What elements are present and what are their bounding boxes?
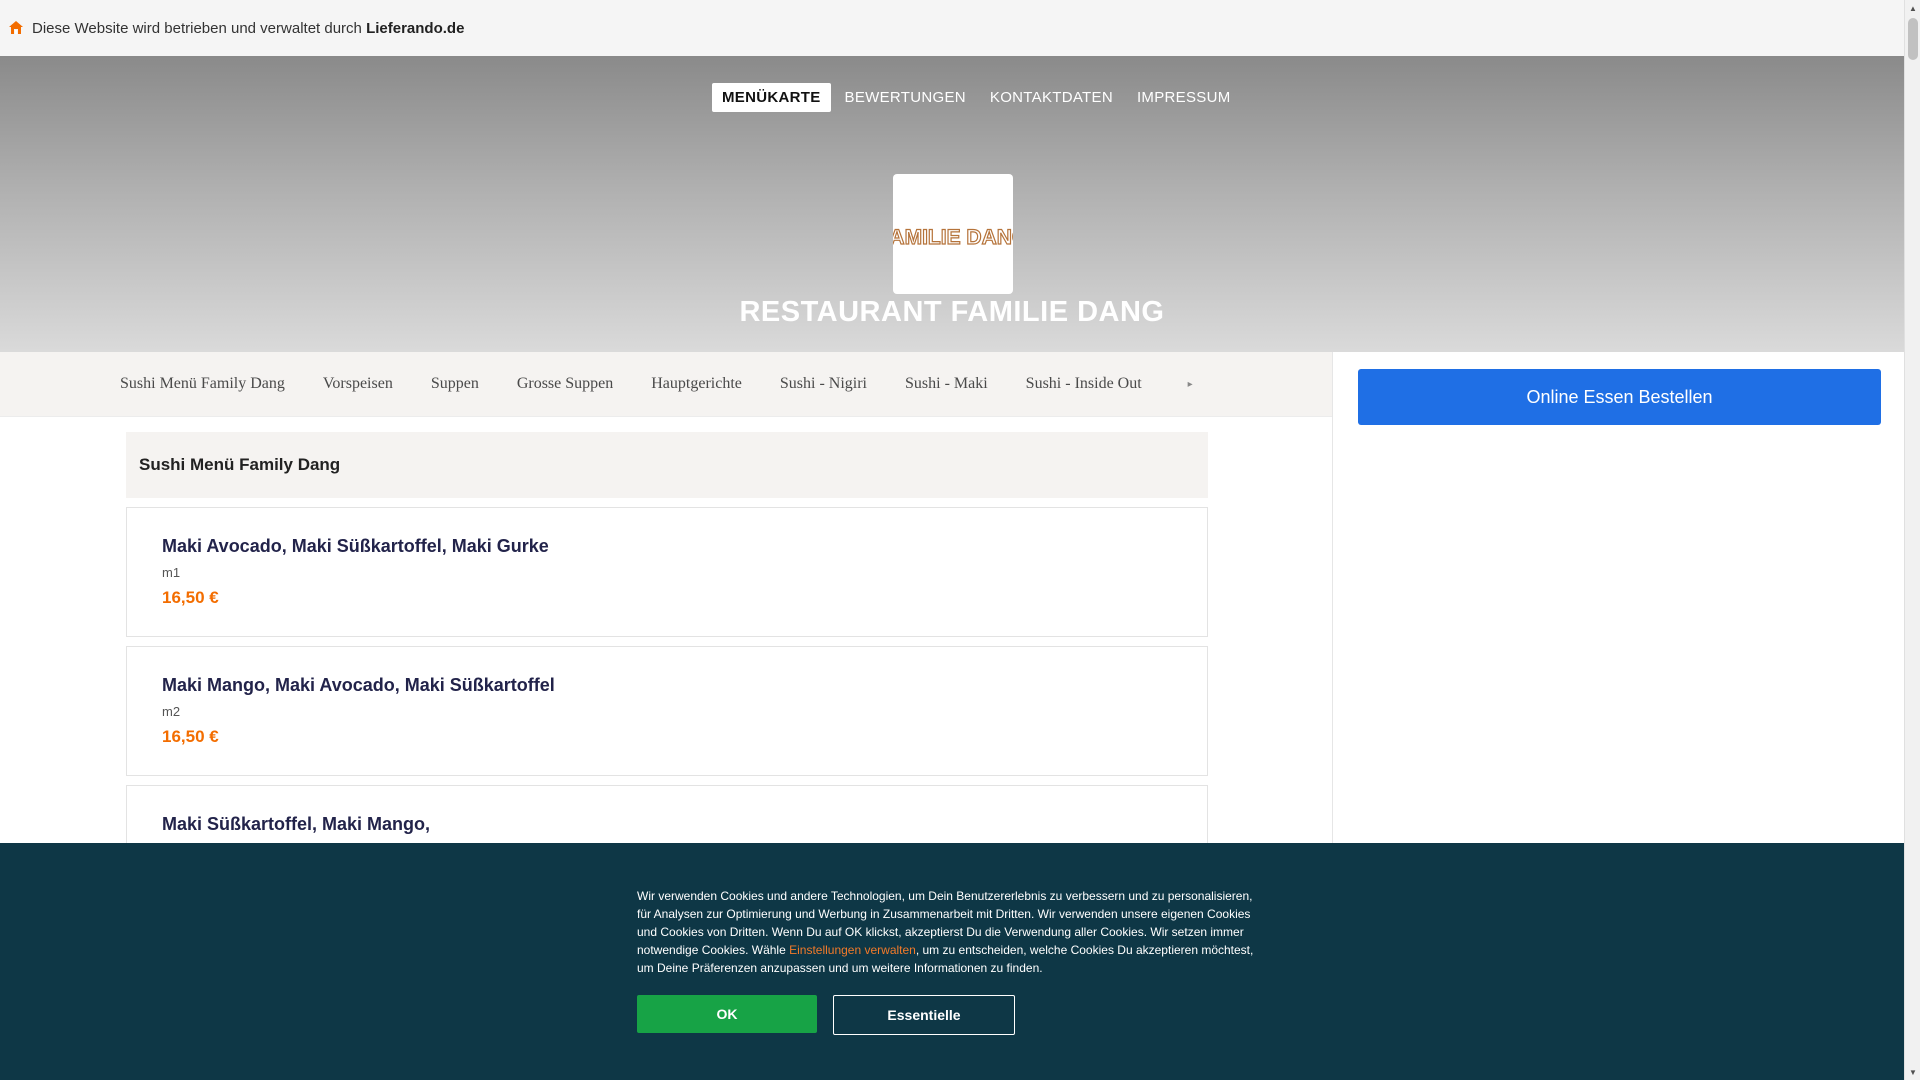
page-scrollbar[interactable]: ▲ ▼ bbox=[1904, 0, 1920, 1080]
cookie-settings-link[interactable]: Einstellungen verwalten bbox=[789, 943, 916, 957]
restaurant-logo-graphic: FAMILIE DANG bbox=[893, 225, 1013, 249]
menu-section-title: Sushi Menü Family Dang bbox=[139, 455, 341, 474]
cookie-consent-banner: Wir verwenden Cookies und andere Technol… bbox=[0, 843, 1904, 1080]
menu-item-name: Maki Mango, Maki Avocado, Maki Süßkartof… bbox=[162, 675, 555, 695]
restaurant-logo: FAMILIE DANG bbox=[893, 174, 1013, 294]
category-navigation: Sushi Menü Family Dang Vorspeisen Suppen… bbox=[0, 352, 1332, 417]
nav-impressum[interactable]: IMPRESSUM bbox=[1127, 83, 1241, 112]
top-navigation: MENÜKARTE BEWERTUNGEN KONTAKTDATEN IMPRE… bbox=[712, 83, 1245, 112]
menu-section-header: Sushi Menü Family Dang bbox=[126, 432, 1208, 498]
category-sushi-inside-out[interactable]: Sushi - Inside Out bbox=[1026, 375, 1142, 393]
operator-brand-link[interactable]: Lieferando.de bbox=[366, 20, 464, 37]
menu-item[interactable]: Maki Mango, Maki Avocado, Maki Süßkartof… bbox=[126, 646, 1208, 776]
hero-banner: MENÜKARTE BEWERTUNGEN KONTAKTDATEN IMPRE… bbox=[0, 56, 1904, 352]
menu-item[interactable]: Maki Avocado, Maki Süßkartoffel, Maki Gu… bbox=[126, 507, 1208, 637]
category-vorspeisen[interactable]: Vorspeisen bbox=[323, 375, 393, 393]
menu-item-name: Maki Süßkartoffel, Maki Mango, bbox=[162, 814, 431, 834]
scroll-up-arrow-icon[interactable]: ▲ bbox=[1905, 0, 1920, 16]
restaurant-name: RESTAURANT FAMILIE DANG bbox=[739, 296, 1165, 328]
scroll-down-arrow-icon[interactable]: ▼ bbox=[1905, 1064, 1920, 1080]
nav-menukarte[interactable]: MENÜKARTE bbox=[712, 83, 831, 112]
nav-kontaktdaten[interactable]: KONTAKTDATEN bbox=[980, 83, 1123, 112]
nav-bewertungen[interactable]: BEWERTUNGEN bbox=[835, 83, 976, 112]
category-hauptgerichte[interactable]: Hauptgerichte bbox=[651, 375, 742, 393]
category-sushi-menu[interactable]: Sushi Menü Family Dang bbox=[120, 375, 285, 393]
menu-item-name: Maki Avocado, Maki Süßkartoffel, Maki Gu… bbox=[162, 536, 549, 556]
cookie-ok-button[interactable]: OK bbox=[637, 995, 817, 1033]
menu-item-price: 16,50 € bbox=[162, 727, 219, 746]
operator-info-bar: Diese Website wird betrieben und verwalt… bbox=[0, 0, 1904, 57]
chevron-right-icon[interactable]: ▸ bbox=[1188, 379, 1193, 390]
menu-item-code: m2 bbox=[162, 704, 181, 719]
menu-item-code: m1 bbox=[162, 565, 181, 580]
restaurant-logo-text: FAMILIE DANG bbox=[893, 226, 1013, 249]
scrollbar-thumb[interactable] bbox=[1908, 18, 1918, 60]
order-online-button[interactable]: Online Essen Bestellen bbox=[1358, 369, 1881, 425]
lieferando-home-icon bbox=[9, 21, 23, 34]
category-grosse-suppen[interactable]: Grosse Suppen bbox=[517, 375, 613, 393]
cookie-consent-text: Wir verwenden Cookies und andere Technol… bbox=[637, 887, 1265, 977]
operator-info-prefix: Diese Website wird betrieben und verwalt… bbox=[32, 19, 367, 37]
category-suppen[interactable]: Suppen bbox=[431, 375, 479, 393]
menu-item-price: 16,50 € bbox=[162, 588, 219, 607]
category-sushi-maki[interactable]: Sushi - Maki bbox=[905, 375, 988, 393]
operator-info-text: Diese Website wird betrieben und verwalt… bbox=[32, 20, 464, 37]
cookie-essential-button[interactable]: Essentielle bbox=[833, 995, 1015, 1035]
category-sushi-nigiri[interactable]: Sushi - Nigiri bbox=[780, 375, 867, 393]
